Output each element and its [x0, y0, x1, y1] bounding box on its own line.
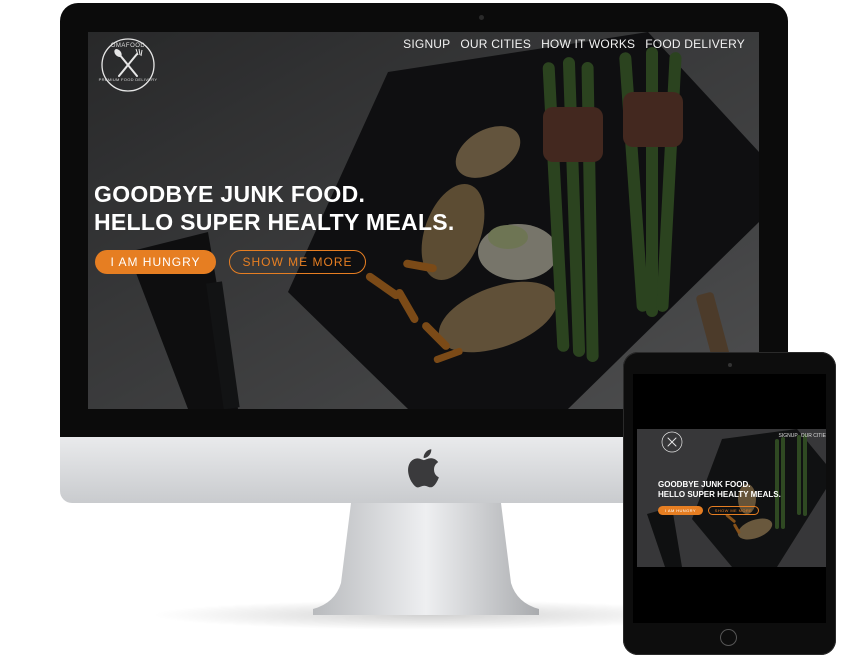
- main-nav: SIGNUP OUR CITIES HOW IT WORKS FOOD DELI…: [403, 37, 745, 51]
- show-me-more-button[interactable]: SHOW ME MORE: [229, 250, 366, 274]
- i-am-hungry-button[interactable]: I AM HUNGRY: [95, 250, 216, 274]
- tablet-hero: SIGNUP OUR CITIE GOODBYE JUNK FOOD. HELL…: [637, 429, 826, 567]
- nav-signup[interactable]: SIGNUP: [403, 37, 450, 51]
- camera-icon: [479, 15, 484, 20]
- tablet-nav-our-cities[interactable]: OUR CITIE: [801, 433, 826, 439]
- nav-how-it-works[interactable]: HOW IT WORKS: [541, 37, 635, 51]
- brand-logo[interactable]: OMAFOOD PREMIUM FOOD DELIVERY: [95, 37, 161, 93]
- hero-headline: GOODBYE JUNK FOOD. HELLO SUPER HEALTY ME…: [94, 180, 455, 236]
- tablet-nav-signup[interactable]: SIGNUP: [779, 433, 798, 439]
- brand-tagline: PREMIUM FOOD DELIVERY: [98, 77, 158, 82]
- hero-headline-line2: HELLO SUPER HEALTY MEALS.: [94, 209, 455, 235]
- brand-name: OMAFOOD: [110, 43, 146, 49]
- nav-our-cities[interactable]: OUR CITIES: [460, 37, 531, 51]
- tablet-nav: SIGNUP OUR CITIE: [779, 433, 826, 439]
- tablet-headline-line1: GOODBYE JUNK FOOD.: [658, 480, 751, 489]
- tablet-device: SIGNUP OUR CITIE GOODBYE JUNK FOOD. HELL…: [623, 352, 836, 655]
- nav-food-delivery[interactable]: FOOD DELIVERY: [645, 37, 745, 51]
- hero-headline-line1: GOODBYE JUNK FOOD.: [94, 181, 366, 207]
- home-button[interactable]: [720, 629, 737, 646]
- tablet-fork-spoon-icon: [661, 431, 683, 453]
- tablet-i-am-hungry-button[interactable]: I AM HUNGRY: [658, 506, 703, 515]
- tablet-headline-line2: HELLO SUPER HEALTY MEALS.: [658, 490, 781, 499]
- monitor-stand: [313, 503, 539, 615]
- tablet-screen: SIGNUP OUR CITIE GOODBYE JUNK FOOD. HELL…: [633, 374, 826, 623]
- tablet-show-me-more-button[interactable]: SHOW ME MORE: [708, 506, 759, 515]
- tablet-camera-icon: [728, 363, 732, 367]
- tablet-hero-headline: GOODBYE JUNK FOOD. HELLO SUPER HEALTY ME…: [658, 480, 781, 500]
- apple-logo-icon: [408, 449, 439, 488]
